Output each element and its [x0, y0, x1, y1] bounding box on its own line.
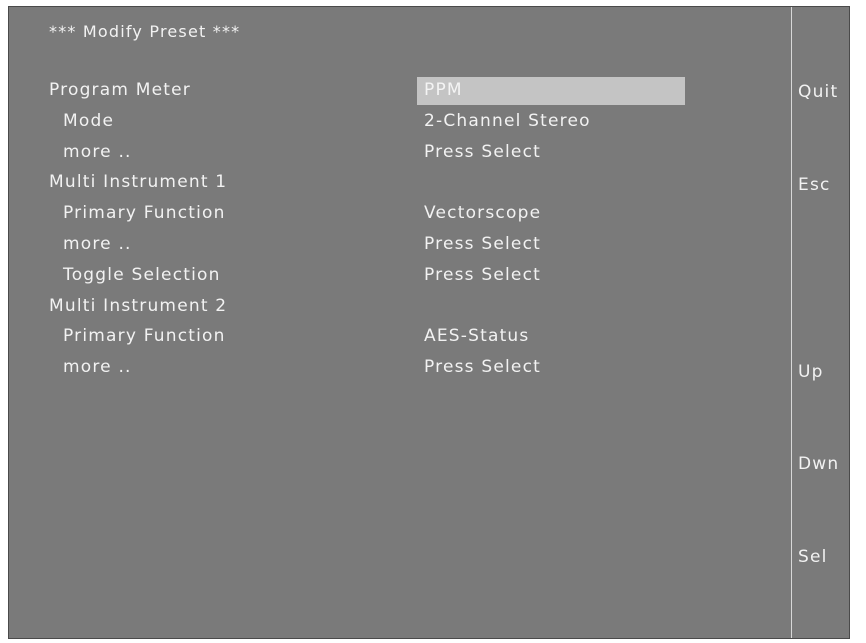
- preset-screen: *** Modify Preset *** Program Meter PPM Mo…: [8, 6, 850, 639]
- menu-row-value: Press Select: [424, 265, 541, 285]
- menu-row-value: 2-Channel Stereo: [424, 111, 591, 131]
- menu-row-label: Multi Instrument 2: [49, 296, 228, 316]
- menu-row[interactable]: Primary Function Vectorscope: [9, 200, 789, 226]
- menu-row-label: Primary Function: [63, 326, 226, 346]
- menu-row[interactable]: more .. Press Select: [9, 354, 789, 380]
- menu-row-value: Vectorscope: [424, 203, 542, 223]
- page-title: *** Modify Preset ***: [49, 22, 241, 41]
- menu-row[interactable]: Mode 2-Channel Stereo: [9, 108, 789, 134]
- menu-row[interactable]: more .. Press Select: [9, 139, 789, 165]
- down-button[interactable]: Dwn: [798, 454, 839, 474]
- menu-row-value-selected: PPM: [417, 77, 685, 105]
- menu-row-value: [417, 293, 685, 321]
- menu-row[interactable]: Toggle Selection Press Select: [9, 262, 789, 288]
- menu-row-value: Press Select: [424, 142, 541, 162]
- menu-row-value: AES-Status: [424, 326, 530, 346]
- menu-row-value: Press Select: [424, 357, 541, 377]
- menu-row-label: Mode: [63, 111, 115, 131]
- menu-row[interactable]: Multi Instrument 1: [9, 169, 789, 195]
- menu-row-label: Program Meter: [49, 80, 191, 100]
- quit-button[interactable]: Quit: [798, 82, 838, 102]
- select-button[interactable]: Sel: [798, 547, 828, 567]
- menu-row-value: Press Select: [424, 234, 541, 254]
- menu-row-label: more ..: [63, 234, 132, 254]
- menu-row[interactable]: Primary Function AES-Status: [9, 323, 789, 349]
- softkey-panel: Quit Esc Up Dwn Sel: [791, 7, 849, 638]
- menu-row[interactable]: more .. Press Select: [9, 231, 789, 257]
- menu-row-label: Toggle Selection: [63, 265, 221, 285]
- menu-row-label: more ..: [63, 357, 132, 377]
- menu-row-value: [417, 169, 685, 197]
- menu-row-label: Multi Instrument 1: [49, 172, 228, 192]
- menu-row[interactable]: Multi Instrument 2: [9, 293, 789, 319]
- menu-row[interactable]: Program Meter PPM: [9, 77, 789, 105]
- menu-row-label: Primary Function: [63, 203, 226, 223]
- up-button[interactable]: Up: [798, 362, 824, 382]
- menu-row-label: more ..: [63, 142, 132, 162]
- esc-button[interactable]: Esc: [798, 175, 831, 195]
